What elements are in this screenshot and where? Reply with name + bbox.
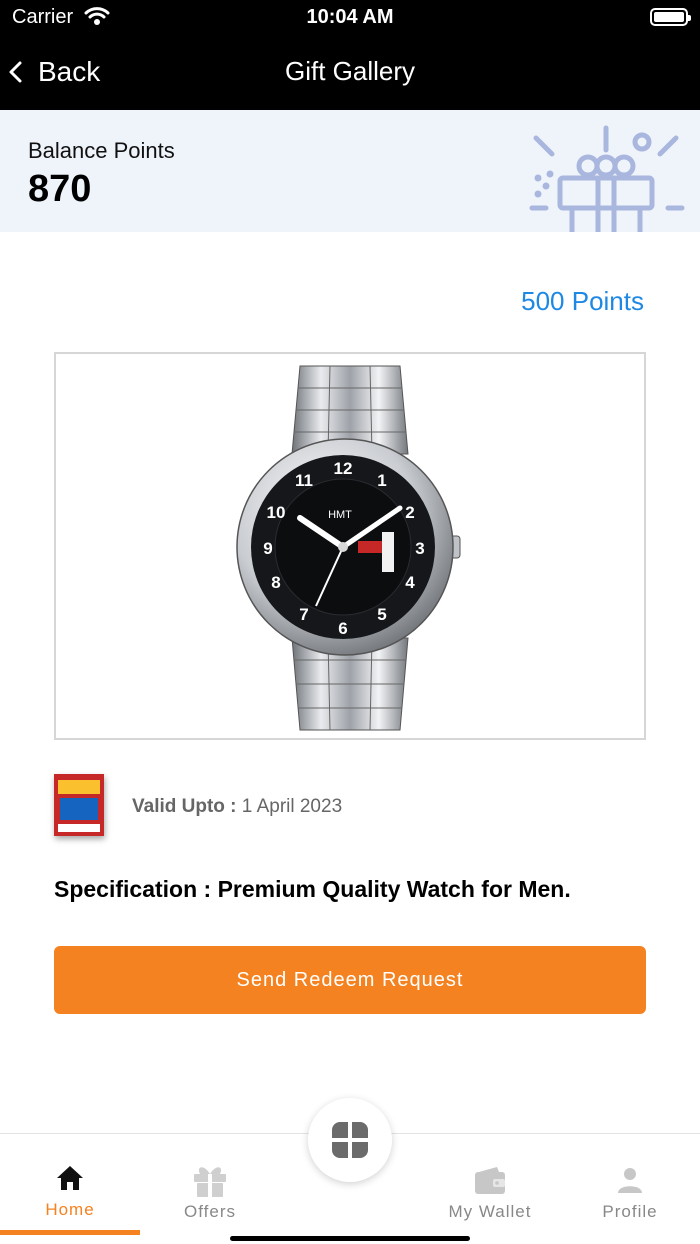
gift-icon (194, 1167, 226, 1197)
home-indicator (230, 1236, 470, 1241)
valid-upto: Valid Upto : 1 April 2023 (132, 796, 342, 818)
tab-home-label: Home (45, 1200, 95, 1219)
wallet-icon (475, 1167, 505, 1194)
tab-offers-label: Offers (184, 1202, 236, 1221)
status-bar: Carrier 10:04 AM (0, 0, 700, 36)
balance-banner: Balance Points 870 (0, 110, 700, 232)
offer-thumbnail[interactable] (54, 774, 104, 836)
tab-my-wallet[interactable]: My Wallet (420, 1134, 560, 1234)
balance-label: Balance Points (28, 138, 175, 163)
svg-text:11: 11 (295, 471, 313, 490)
send-redeem-request-button[interactable]: Send Redeem Request (54, 946, 646, 1014)
gift-points: 500 Points (521, 286, 644, 316)
valid-upto-date: 1 April 2023 (241, 796, 343, 817)
svg-text:10: 10 (267, 503, 286, 522)
battery-icon (650, 8, 691, 26)
specification-text: Specification : Premium Quality Watch fo… (54, 876, 571, 902)
svg-text:6: 6 (338, 619, 347, 638)
svg-text:3: 3 (415, 539, 424, 558)
tab-offers[interactable]: Offers (140, 1134, 280, 1234)
svg-text:5: 5 (377, 605, 386, 624)
watch-brand: HMT (328, 509, 352, 521)
status-time: 10:04 AM (306, 6, 394, 28)
tab-my-wallet-label: My Wallet (448, 1202, 532, 1221)
svg-text:1: 1 (377, 471, 386, 490)
svg-text:2: 2 (405, 503, 414, 522)
svg-text:7: 7 (299, 605, 308, 624)
svg-text:4: 4 (405, 573, 415, 592)
celebration-gift-icon (529, 125, 685, 232)
tab-home[interactable]: Home (0, 1134, 140, 1235)
offer-details: Valid Upto : 1 April 2023 (54, 774, 646, 838)
navigation-bar: Back Gift Gallery (0, 36, 700, 110)
page-title: Gift Gallery (284, 56, 416, 86)
tab-profile-label: Profile (602, 1202, 658, 1221)
top-bar: Carrier 10:04 AM Back Gift Gallery (0, 0, 700, 110)
tab-profile[interactable]: Profile (560, 1134, 700, 1234)
svg-text:12: 12 (334, 459, 353, 478)
product-image: 12 3 6 9 1 2 4 5 7 8 10 11 HMT (54, 352, 646, 740)
svg-text:8: 8 (271, 573, 280, 592)
svg-text:9: 9 (263, 539, 272, 558)
valid-upto-label: Valid Upto : (132, 796, 237, 817)
user-icon (618, 1168, 642, 1193)
balance-value: 870 (28, 168, 92, 210)
watch-image: 12 3 6 9 1 2 4 5 7 8 10 11 HMT (236, 365, 461, 731)
grid-plus-icon (332, 1122, 368, 1158)
center-menu-button[interactable] (308, 1098, 392, 1182)
home-icon (57, 1166, 83, 1190)
